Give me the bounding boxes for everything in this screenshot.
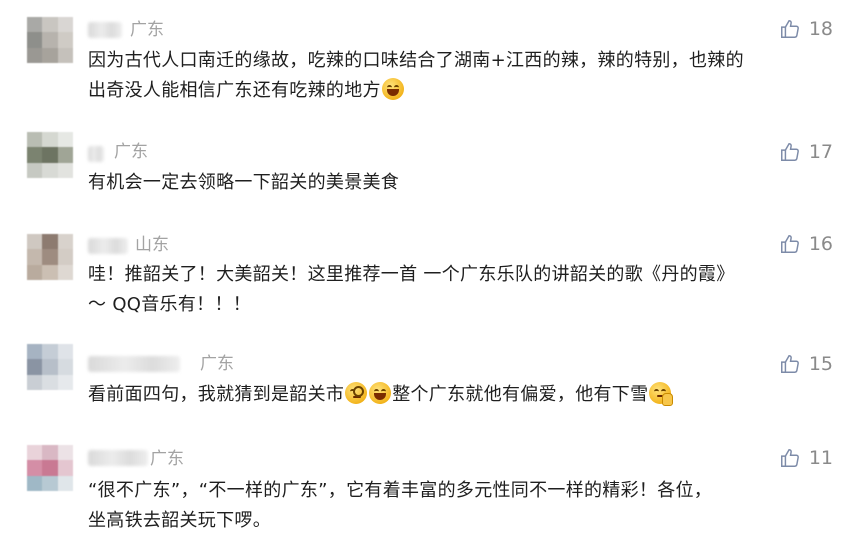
avatar[interactable]	[27, 17, 73, 63]
nickname-redacted[interactable]	[88, 146, 104, 162]
comment-text: “很不广东”，“不一样的广东”，它有着丰富的多元性同不一样的精彩！各位， 坐高铁…	[88, 476, 838, 536]
like-button[interactable]: 16	[779, 233, 833, 255]
like-count: 17	[808, 141, 833, 163]
comment-location: 山东	[135, 235, 169, 255]
comment-item: 广东 15 看前面四句，我就猜到是韶关市 整个广东就他有偏爱，他有下雪	[0, 340, 857, 440]
comment-text: 有机会一定去领略一下韶关的美景美食	[88, 168, 838, 198]
comment-line: 坐高铁去韶关玩下啰。	[88, 510, 271, 531]
avatar[interactable]	[27, 234, 73, 280]
comment-text: 因为古代人口南迁的缘故，吃辣的口味结合了湖南+江西的辣，辣的特别，也辣的 出奇没…	[88, 46, 838, 106]
comment-location: 广东	[130, 20, 164, 40]
nickname-redacted[interactable]	[88, 450, 148, 466]
comment-text: 看前面四句，我就猜到是韶关市 整个广东就他有偏爱，他有下雪	[88, 380, 838, 410]
avatar[interactable]	[27, 445, 73, 491]
comment-line-part: 整个广东就他有偏爱，他有下雪	[392, 384, 649, 405]
comment-line: 哇！推韶关了！大美韶关！这里推荐一首 一个广东乐队的讲韶关的歌《丹的霞》	[88, 264, 735, 285]
thumbs-up-icon	[780, 355, 799, 373]
thumbs-up-icon	[780, 235, 799, 253]
like-count: 16	[808, 233, 833, 255]
comment-line: 因为古代人口南迁的缘故，吃辣的口味结合了湖南+江西的辣，辣的特别，也辣的	[88, 50, 744, 71]
thumbs-up-icon	[780, 20, 799, 38]
comment-line: ～ QQ音乐有！！！	[88, 294, 252, 315]
like-count: 11	[808, 447, 833, 469]
laughing-crying-emoji	[369, 382, 392, 404]
shushing-face-emoji	[649, 382, 674, 406]
like-button[interactable]: 18	[779, 18, 833, 40]
comment-item: 广东 18 因为古代人口南迁的缘故，吃辣的口味结合了湖南+江西的辣，辣的特别，也…	[0, 0, 857, 120]
thumbs-up-icon	[780, 449, 799, 467]
nickname-redacted[interactable]	[88, 356, 180, 372]
comment-line-part: 看前面四句，我就猜到是韶关市	[88, 384, 345, 405]
nickname-redacted[interactable]	[88, 238, 128, 254]
avatar[interactable]	[27, 344, 73, 390]
comment-item: 山东 16 哇！推韶关了！大美韶关！这里推荐一首 一个广东乐队的讲韶关的歌《丹的…	[0, 220, 857, 340]
comment-line-wrap: 出奇没人能相信广东还有吃辣的地方	[88, 76, 838, 106]
comment-item: 广东 11 “很不广东”，“不一样的广东”，它有着丰富的多元性同不一样的精彩！各…	[0, 440, 857, 539]
avatar[interactable]	[27, 132, 73, 178]
like-button[interactable]: 17	[779, 141, 833, 163]
comment-location: 广东	[114, 142, 148, 162]
comment-line: 出奇没人能相信广东还有吃辣的地方	[88, 80, 381, 101]
like-button[interactable]: 15	[779, 353, 833, 375]
like-count: 15	[808, 353, 833, 375]
comment-line-wrap: 看前面四句，我就猜到是韶关市 整个广东就他有偏爱，他有下雪	[88, 380, 838, 410]
like-count: 18	[808, 18, 833, 40]
thumbs-up-icon	[780, 143, 799, 161]
thinking-face-emoji	[345, 382, 368, 404]
comment-location: 广东	[200, 354, 234, 374]
comment-line: “很不广东”，“不一样的广东”，它有着丰富的多元性同不一样的精彩！各位，	[88, 480, 713, 501]
comment-text: 哇！推韶关了！大美韶关！这里推荐一首 一个广东乐队的讲韶关的歌《丹的霞》 ～ Q…	[88, 260, 838, 320]
nickname-redacted[interactable]	[88, 22, 122, 38]
like-button[interactable]: 11	[779, 447, 833, 469]
comment-line: 有机会一定去领略一下韶关的美景美食	[88, 172, 400, 193]
laughing-crying-emoji	[381, 78, 404, 100]
comment-item: 广东 17 有机会一定去领略一下韶关的美景美食	[0, 120, 857, 220]
comment-location: 广东	[150, 449, 184, 469]
